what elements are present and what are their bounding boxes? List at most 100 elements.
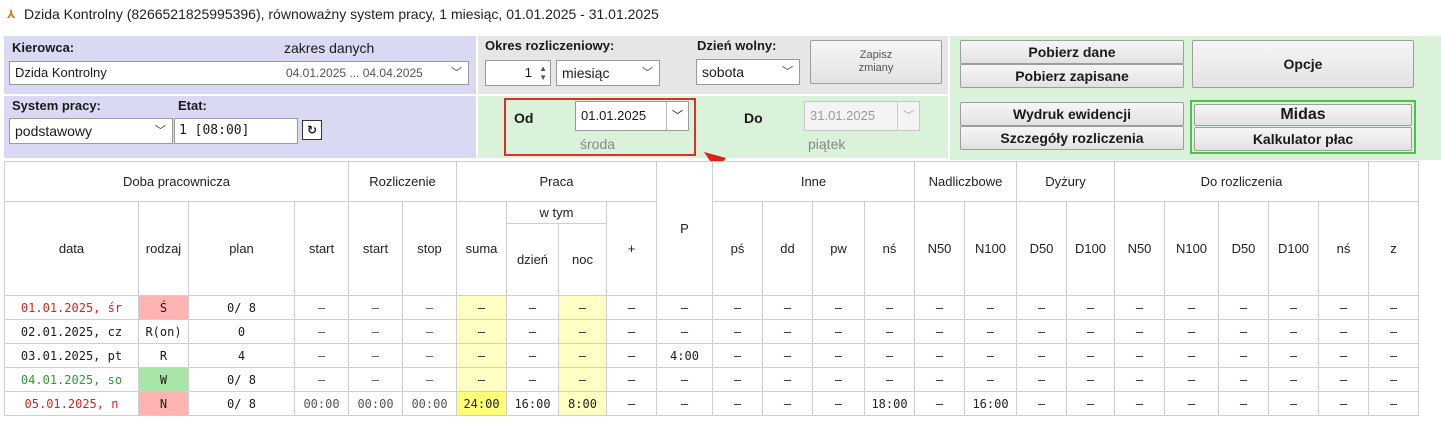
salary-calculator-button[interactable]: Kalkulator płac: [1194, 127, 1412, 151]
cell-ns[interactable]: –: [864, 367, 915, 392]
print-records-button[interactable]: Wydruk ewidencji: [960, 102, 1184, 126]
cell-date[interactable]: 04.01.2025, so: [4, 367, 139, 392]
cell-d100[interactable]: –: [1066, 295, 1115, 320]
col-d50[interactable]: D50: [1016, 201, 1067, 296]
cell-r-d50[interactable]: –: [1218, 295, 1269, 320]
cell-kind[interactable]: R(on): [138, 319, 189, 344]
cell-start[interactable]: –: [294, 295, 349, 320]
cell-d50[interactable]: –: [1016, 391, 1067, 416]
options-button[interactable]: Opcje: [1192, 40, 1414, 88]
cell-plan[interactable]: 0/ 8: [188, 391, 295, 416]
cell-r-d100[interactable]: –: [1268, 343, 1319, 368]
cell-r-n50[interactable]: –: [1114, 295, 1165, 320]
cell-noc[interactable]: –: [558, 343, 607, 368]
save-changes-button[interactable]: Zapisz zmiany: [810, 40, 942, 84]
etat-field[interactable]: 1 [08:00]: [174, 118, 298, 144]
cell-pw[interactable]: –: [812, 295, 865, 320]
cell-start[interactable]: –: [294, 343, 349, 368]
cell-r-start[interactable]: –: [348, 319, 403, 344]
cell-ps[interactable]: –: [712, 367, 763, 392]
edit-etat-icon[interactable]: ↻: [302, 120, 322, 140]
cell-d50[interactable]: –: [1016, 319, 1067, 344]
cell-r-n100[interactable]: –: [1164, 343, 1219, 368]
cell-z[interactable]: –: [1368, 391, 1419, 416]
cell-r-n100[interactable]: –: [1164, 391, 1219, 416]
cell-ps[interactable]: –: [712, 343, 763, 368]
table-row[interactable]: 02.01.2025, cz R(on) 0– – – – – – – – – – – – – – – – – – – –…: [4, 319, 1419, 344]
cell-d100[interactable]: –: [1066, 391, 1115, 416]
cell-suma[interactable]: –: [456, 367, 507, 392]
cell-date[interactable]: 03.01.2025, pt: [4, 343, 139, 368]
system-select[interactable]: podstawowy ﹀: [9, 118, 173, 144]
cell-start[interactable]: 00:00: [294, 391, 349, 416]
cell-kind[interactable]: Ś: [138, 295, 189, 320]
cell-r-stop[interactable]: 00:00: [402, 391, 457, 416]
cell-start[interactable]: –: [294, 319, 349, 344]
col-r-d50[interactable]: D50: [1218, 201, 1269, 296]
cell-dzien[interactable]: –: [506, 295, 559, 320]
cell-noc[interactable]: –: [558, 367, 607, 392]
cell-plus[interactable]: –: [606, 319, 657, 344]
cell-n50[interactable]: –: [914, 343, 965, 368]
cell-n50[interactable]: –: [914, 367, 965, 392]
col-dd[interactable]: dd: [762, 201, 813, 296]
cell-ps[interactable]: –: [712, 295, 763, 320]
cell-p[interactable]: –: [656, 319, 713, 344]
cell-n50[interactable]: –: [914, 391, 965, 416]
table-row[interactable]: 05.01.2025, n N 0/ 8 00:00 00:00 00:00 24:00 16…: [4, 391, 1419, 416]
cell-r-ns[interactable]: –: [1318, 295, 1369, 320]
cell-ns[interactable]: –: [864, 343, 915, 368]
cell-pw[interactable]: –: [812, 319, 865, 344]
col-r-n50[interactable]: N50: [1114, 201, 1165, 296]
cell-r-ns[interactable]: –: [1318, 367, 1369, 392]
cell-ps[interactable]: –: [712, 391, 763, 416]
col-ps[interactable]: pś: [712, 201, 763, 296]
table-row[interactable]: 01.01.2025, śr Ś 0/ 8– – – – – – – – – – – – – – – – – – – – –…: [4, 295, 1419, 320]
cell-r-stop[interactable]: –: [402, 319, 457, 344]
period-unit-select[interactable]: miesiąc ﹀: [556, 60, 660, 86]
cell-d100[interactable]: –: [1066, 343, 1115, 368]
cell-r-ns[interactable]: –: [1318, 391, 1369, 416]
cell-r-n50[interactable]: –: [1114, 319, 1165, 344]
cell-r-stop[interactable]: –: [402, 343, 457, 368]
col-r-d100[interactable]: D100: [1268, 201, 1319, 296]
cell-r-n100[interactable]: –: [1164, 367, 1219, 392]
cell-r-ns[interactable]: –: [1318, 343, 1369, 368]
cell-kind[interactable]: N: [138, 391, 189, 416]
col-plus[interactable]: +: [606, 201, 657, 296]
cell-d100[interactable]: –: [1066, 367, 1115, 392]
cell-r-d100[interactable]: –: [1268, 367, 1319, 392]
cell-dd[interactable]: –: [762, 343, 813, 368]
cell-suma[interactable]: –: [456, 295, 507, 320]
fetch-saved-button[interactable]: Pobierz zapisane: [960, 64, 1184, 88]
cell-r-start[interactable]: –: [348, 295, 403, 320]
col-suma[interactable]: suma: [456, 201, 507, 296]
cell-plan[interactable]: 0/ 8: [188, 367, 295, 392]
cell-noc[interactable]: 8:00: [558, 391, 607, 416]
col-r-n100[interactable]: N100: [1164, 201, 1219, 296]
col-pw[interactable]: pw: [812, 201, 865, 296]
settlement-details-button[interactable]: Szczegóły rozliczenia: [960, 126, 1184, 150]
cell-suma[interactable]: –: [456, 343, 507, 368]
cell-plus[interactable]: –: [606, 295, 657, 320]
cell-dzien[interactable]: 16:00: [506, 391, 559, 416]
cell-n50[interactable]: –: [914, 319, 965, 344]
cell-suma[interactable]: –: [456, 319, 507, 344]
cell-pw[interactable]: –: [812, 343, 865, 368]
cell-d50[interactable]: –: [1016, 295, 1067, 320]
table-row[interactable]: 03.01.2025, pt R 4– – – – – – –4:00– – – – – – – – – – – – –…: [4, 343, 1419, 368]
driver-select[interactable]: Dzida Kontrolny 04.01.2025 ... 04.04.202…: [9, 61, 469, 85]
cell-dzien[interactable]: –: [506, 343, 559, 368]
cell-p[interactable]: 4:00: [656, 343, 713, 368]
col-rodzaj[interactable]: rodzaj: [138, 201, 189, 296]
cell-plan[interactable]: 4: [188, 343, 295, 368]
cell-dd[interactable]: –: [762, 391, 813, 416]
cell-kind[interactable]: W: [138, 367, 189, 392]
cell-suma[interactable]: 24:00: [456, 391, 507, 416]
col-r-stop[interactable]: stop: [402, 201, 457, 296]
col-d100[interactable]: D100: [1066, 201, 1115, 296]
cell-pw[interactable]: –: [812, 367, 865, 392]
from-date-picker[interactable]: 01.01.2025 ﹀: [575, 101, 689, 131]
col-n50[interactable]: N50: [914, 201, 965, 296]
cell-p[interactable]: –: [656, 295, 713, 320]
